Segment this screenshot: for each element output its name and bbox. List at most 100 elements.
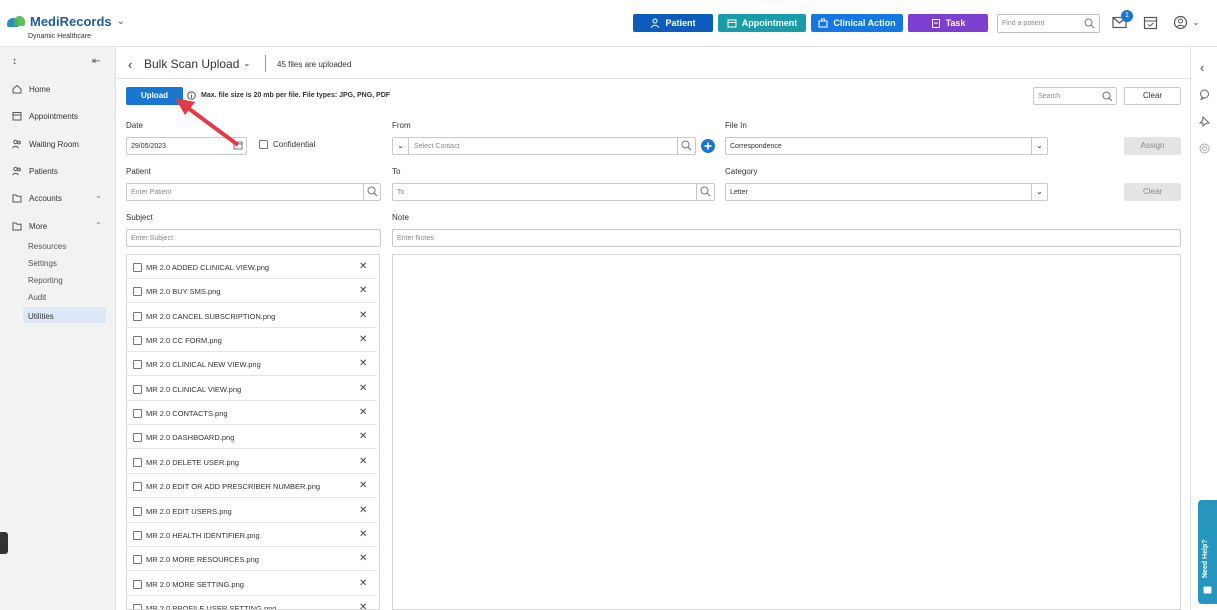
file-checkbox[interactable] <box>133 311 142 321</box>
sidebar-subitem-reporting[interactable]: Reporting <box>28 276 63 285</box>
sidebar-item-waiting-room[interactable]: Waiting Room <box>12 139 106 149</box>
remove-file-icon[interactable]: ✕ <box>359 261 367 272</box>
file-checkbox[interactable] <box>133 384 142 394</box>
remove-file-icon[interactable]: ✕ <box>359 480 367 491</box>
sidebar-item-more[interactable]: More ⌃ <box>12 221 106 231</box>
collapse-sidebar-icon[interactable]: ⇤ <box>92 56 100 67</box>
clear-form-button[interactable]: Clear <box>1124 183 1181 201</box>
chevron-down-icon[interactable]: ⌄ <box>243 58 251 69</box>
file-checkbox[interactable] <box>133 360 142 370</box>
sidebar-subitem-settings[interactable]: Settings <box>28 259 57 268</box>
file-row[interactable]: MR 2.0 CC FORM.png ✕ <box>127 328 377 353</box>
remove-file-icon[interactable]: ✕ <box>359 456 367 467</box>
confidential-checkbox[interactable] <box>259 140 268 149</box>
find-patient-input[interactable]: Find a patient <box>997 14 1100 33</box>
file-row[interactable]: MR 2.0 CLINICAL VIEW.png ✕ <box>127 377 377 401</box>
calendar-check-icon[interactable] <box>1143 15 1158 30</box>
sidebar-item-home[interactable]: Home <box>12 84 106 94</box>
sidebar-subitem-audit[interactable]: Audit <box>28 293 46 302</box>
sidebar-item-accounts[interactable]: Accounts ⌄ <box>12 191 106 203</box>
from-contact-field[interactable]: ⌄ Select Contact <box>392 137 696 155</box>
remove-file-icon[interactable]: ✕ <box>359 310 367 321</box>
file-row[interactable]: MR 2.0 CONTACTS.png ✕ <box>127 401 377 426</box>
file-row[interactable]: MR 2.0 DELETE USER.png ✕ <box>127 450 377 474</box>
remove-file-icon[interactable]: ✕ <box>359 383 367 394</box>
file-checkbox[interactable] <box>133 482 142 492</box>
file-row[interactable]: MR 2.0 EDIT USERS.png ✕ <box>127 499 377 523</box>
account-icon[interactable] <box>1173 15 1188 30</box>
sidebar-subitem-resources[interactable]: Resources <box>28 242 66 251</box>
chevron-left-icon[interactable]: ‹ <box>1200 60 1204 75</box>
search-icon[interactable] <box>1084 18 1095 29</box>
appointment-button[interactable]: Appointment <box>718 14 806 32</box>
file-row[interactable]: MR 2.0 EDIT OR ADD PRESCRIBER NUMBER.png… <box>127 474 377 499</box>
remove-file-icon[interactable]: ✕ <box>359 602 367 609</box>
file-checkbox[interactable] <box>133 433 142 443</box>
chevron-down-icon[interactable]: ⌄ <box>1192 17 1200 28</box>
sidebar-subitem-utilities[interactable]: Utilities <box>23 307 106 323</box>
patient-button[interactable]: Patient <box>633 14 713 32</box>
file-row[interactable]: MR 2.0 DASHBOARD.png ✕ <box>127 425 377 450</box>
at-icon[interactable] <box>1199 143 1210 154</box>
clinical-action-button[interactable]: Clinical Action <box>811 14 903 32</box>
file-row[interactable]: MR 2.0 BUY SMS.png ✕ <box>127 279 377 304</box>
calendar-icon <box>727 19 737 28</box>
chat-icon[interactable] <box>1199 89 1210 100</box>
search-input[interactable]: Search <box>1033 87 1117 105</box>
subject-input[interactable]: Enter Subject <box>126 229 381 247</box>
file-row[interactable]: MR 2.0 HEALTH IDENTIFIER.png ✕ <box>127 523 377 547</box>
file-row[interactable]: MR 2.0 CANCEL SUBSCRIPTION.png ✕ <box>127 304 377 328</box>
file-checkbox[interactable] <box>133 506 142 516</box>
remove-file-icon[interactable]: ✕ <box>359 285 367 296</box>
reorder-icon[interactable]: ↕ <box>12 56 17 67</box>
side-tab-handle[interactable] <box>0 532 8 554</box>
patient-search-button[interactable] <box>363 184 380 200</box>
file-row[interactable]: MR 2.0 ADDED CLINICAL VIEW.png ✕ <box>127 255 377 279</box>
date-field[interactable]: 29/05/2023 <box>126 137 247 155</box>
back-arrow-icon[interactable]: ‹ <box>128 57 132 72</box>
task-button[interactable]: Task <box>908 14 988 32</box>
file-checkbox[interactable] <box>133 555 142 565</box>
patient-input[interactable]: Enter Patient <box>126 183 381 201</box>
search-icon[interactable] <box>1102 91 1113 102</box>
file-in-select[interactable]: Correspondence ⌄ <box>725 137 1048 155</box>
to-search-button[interactable] <box>696 184 714 200</box>
file-checkbox[interactable] <box>133 409 142 419</box>
file-checkbox[interactable] <box>133 287 142 297</box>
remove-file-icon[interactable]: ✕ <box>359 553 367 564</box>
remove-file-icon[interactable]: ✕ <box>359 529 367 540</box>
remove-file-icon[interactable]: ✕ <box>359 505 367 516</box>
chevron-down-icon[interactable]: ⌄ <box>393 138 409 154</box>
file-checkbox[interactable] <box>133 336 142 346</box>
upload-button[interactable]: Upload <box>126 87 183 105</box>
pin-icon[interactable] <box>1199 116 1210 127</box>
add-contact-icon[interactable] <box>701 139 715 153</box>
file-checkbox[interactable] <box>133 457 142 467</box>
remove-file-icon[interactable]: ✕ <box>359 578 367 589</box>
file-checkbox[interactable] <box>133 579 142 589</box>
sidebar-item-appointments[interactable]: Appointments <box>12 111 106 121</box>
remove-file-icon[interactable]: ✕ <box>359 334 367 345</box>
file-checkbox[interactable] <box>133 603 142 609</box>
remove-file-icon[interactable]: ✕ <box>359 431 367 442</box>
file-row[interactable]: MR 2.0 MORE RESOURCES.png ✕ <box>127 547 377 572</box>
note-input[interactable]: Enter Notes <box>392 229 1181 247</box>
need-help-tab[interactable]: Need Help? <box>1198 500 1217 604</box>
file-checkbox[interactable] <box>133 530 142 540</box>
file-row[interactable]: MR 2.0 PROFILE USER SETTING.png ✕ <box>127 596 377 609</box>
to-input[interactable]: To <box>392 183 715 201</box>
category-select[interactable]: Letter ⌄ <box>725 183 1048 201</box>
clear-search-button[interactable]: Clear <box>1124 87 1181 105</box>
sidebar-item-patients[interactable]: Patients <box>12 166 106 176</box>
calendar-icon[interactable] <box>233 140 243 150</box>
brand-logo[interactable]: MediRecords ⌄ <box>7 14 125 29</box>
remove-file-icon[interactable]: ✕ <box>359 358 367 369</box>
file-row[interactable]: MR 2.0 CLINICAL NEW VIEW.png ✕ <box>127 352 377 377</box>
file-name: MR 2.0 ADDED CLINICAL VIEW.png <box>146 263 270 272</box>
remove-file-icon[interactable]: ✕ <box>359 407 367 418</box>
file-checkbox[interactable] <box>133 263 142 272</box>
file-row[interactable]: MR 2.0 MORE SETTING.png ✕ <box>127 572 377 596</box>
assign-button[interactable]: Assign <box>1124 137 1181 155</box>
from-search-button[interactable] <box>677 138 695 154</box>
chevron-down-icon[interactable]: ⌄ <box>117 16 125 27</box>
